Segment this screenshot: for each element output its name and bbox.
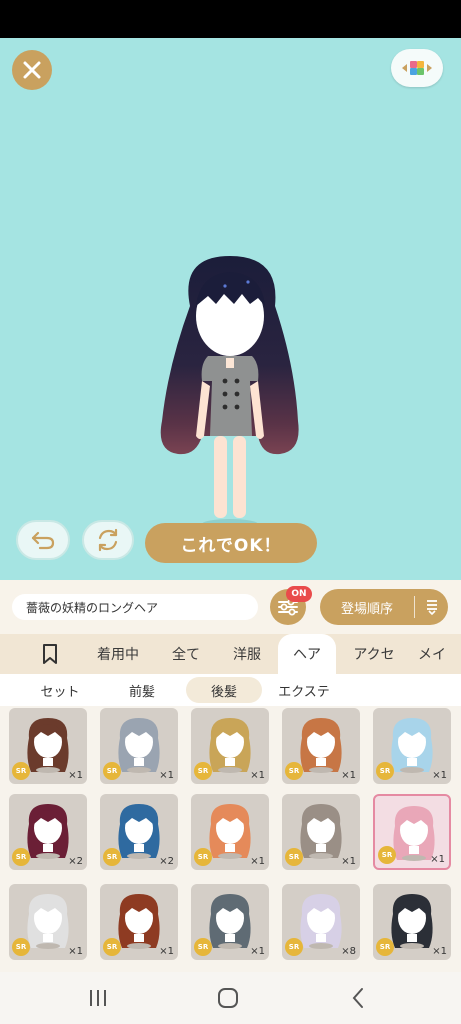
tab-makeup[interactable]: メイ xyxy=(418,634,461,674)
item-quantity: ×8 xyxy=(341,946,356,957)
hair-item-card[interactable]: SR ×1 xyxy=(282,708,360,784)
item-quantity: ×1 xyxy=(250,946,265,957)
close-icon xyxy=(23,61,41,79)
tab-bookmark[interactable] xyxy=(28,634,72,674)
rarity-badge: SR xyxy=(285,848,303,866)
item-quantity: ×2 xyxy=(159,856,174,867)
item-quantity: ×1 xyxy=(159,770,174,781)
filter-on-badge: ON xyxy=(286,586,312,602)
hair-item-card[interactable]: SR ×1 xyxy=(191,708,269,784)
hair-item-card[interactable]: SR ×1 xyxy=(100,708,178,784)
rarity-badge: SR xyxy=(12,762,30,780)
rarity-badge: SR xyxy=(103,848,121,866)
hair-item-card[interactable]: SR ×1 xyxy=(191,884,269,960)
sort-order-icon[interactable] xyxy=(415,598,448,616)
rarity-badge: SR xyxy=(103,938,121,956)
selected-item-name: 薔薇の妖精のロングヘア xyxy=(12,594,258,620)
home-button[interactable] xyxy=(208,982,248,1014)
subtab-extensions[interactable]: エクステ xyxy=(266,677,342,703)
hair-subtabs: セット 前髪 後髪 エクステ xyxy=(0,674,461,706)
rarity-badge: SR xyxy=(103,762,121,780)
item-quantity: ×1 xyxy=(159,946,174,957)
rarity-badge: SR xyxy=(285,938,303,956)
item-info-bar: 薔薇の妖精のロングヘア ON 登場順序 xyxy=(0,580,461,634)
undo-button[interactable] xyxy=(16,520,70,560)
tab-hair[interactable]: ヘア xyxy=(278,634,336,674)
subtab-set[interactable]: セット xyxy=(18,677,102,703)
rarity-badge: SR xyxy=(376,762,394,780)
rarity-badge: SR xyxy=(12,848,30,866)
back-icon xyxy=(352,988,363,1008)
item-quantity: ×1 xyxy=(68,946,83,957)
rarity-badge: SR xyxy=(194,762,212,780)
subtab-back-hair[interactable]: 後髪 xyxy=(186,677,262,703)
rotate-icon xyxy=(98,528,118,552)
home-icon xyxy=(218,988,238,1008)
tab-wearing[interactable]: 着用中 xyxy=(88,634,148,674)
rarity-badge: SR xyxy=(285,762,303,780)
item-quantity: ×1 xyxy=(430,854,445,865)
item-grid: SR ×1 SR ×1 SR ×1 SR ×1 SR ×1 SR ×2 SR ×2 SR ×1 SR ×1 SR ×1… xyxy=(0,706,461,972)
background-color-button[interactable] xyxy=(391,49,443,87)
item-quantity: ×1 xyxy=(341,856,356,867)
sort-button[interactable]: 登場順序 xyxy=(320,589,448,625)
category-tabs: 着用中 全て 洋服 ヘア アクセ メイ xyxy=(0,634,461,674)
item-quantity: ×1 xyxy=(341,770,356,781)
close-button[interactable] xyxy=(12,50,52,90)
hair-item-card[interactable]: SR ×1 xyxy=(100,884,178,960)
hair-item-card[interactable]: SR ×1 xyxy=(373,794,451,870)
hair-item-card[interactable]: SR ×2 xyxy=(100,794,178,870)
hair-item-card[interactable]: SR ×1 xyxy=(373,708,451,784)
rarity-badge: SR xyxy=(12,938,30,956)
item-quantity: ×1 xyxy=(432,770,447,781)
confirm-button[interactable]: これでOK！ xyxy=(145,523,317,563)
system-nav-bar xyxy=(0,972,461,1024)
rarity-badge: SR xyxy=(378,846,396,864)
palette-icon xyxy=(402,61,432,75)
item-quantity: ×1 xyxy=(68,770,83,781)
tab-clothes[interactable]: 洋服 xyxy=(222,634,272,674)
rarity-badge: SR xyxy=(194,938,212,956)
undo-icon xyxy=(31,531,55,550)
avatar-character[interactable] xyxy=(130,246,330,546)
subtab-bangs[interactable]: 前髪 xyxy=(104,677,180,703)
sort-label: 登場順序 xyxy=(340,601,393,617)
recent-apps-button[interactable] xyxy=(78,982,118,1014)
hair-item-card[interactable]: SR ×1 xyxy=(9,884,87,960)
recent-apps-icon xyxy=(90,990,106,1006)
item-quantity: ×2 xyxy=(68,856,83,867)
avatar-stage: これでOK！ xyxy=(0,38,461,580)
hair-item-card[interactable]: SR ×1 xyxy=(191,794,269,870)
rotate-button[interactable] xyxy=(82,520,134,560)
tab-accessories[interactable]: アクセ xyxy=(344,634,404,674)
hair-item-card[interactable]: SR ×1 xyxy=(282,794,360,870)
hair-item-card[interactable]: SR ×1 xyxy=(9,708,87,784)
back-button[interactable] xyxy=(338,982,378,1014)
hair-item-card[interactable]: SR ×1 xyxy=(373,884,451,960)
status-bar xyxy=(0,0,461,38)
rarity-badge: SR xyxy=(194,848,212,866)
hair-item-card[interactable]: SR ×2 xyxy=(9,794,87,870)
item-quantity: ×1 xyxy=(250,856,265,867)
tab-all[interactable]: 全て xyxy=(162,634,210,674)
item-quantity: ×1 xyxy=(432,946,447,957)
bookmark-icon xyxy=(43,644,57,664)
rarity-badge: SR xyxy=(376,938,394,956)
hair-item-card[interactable]: SR ×8 xyxy=(282,884,360,960)
item-quantity: ×1 xyxy=(250,770,265,781)
